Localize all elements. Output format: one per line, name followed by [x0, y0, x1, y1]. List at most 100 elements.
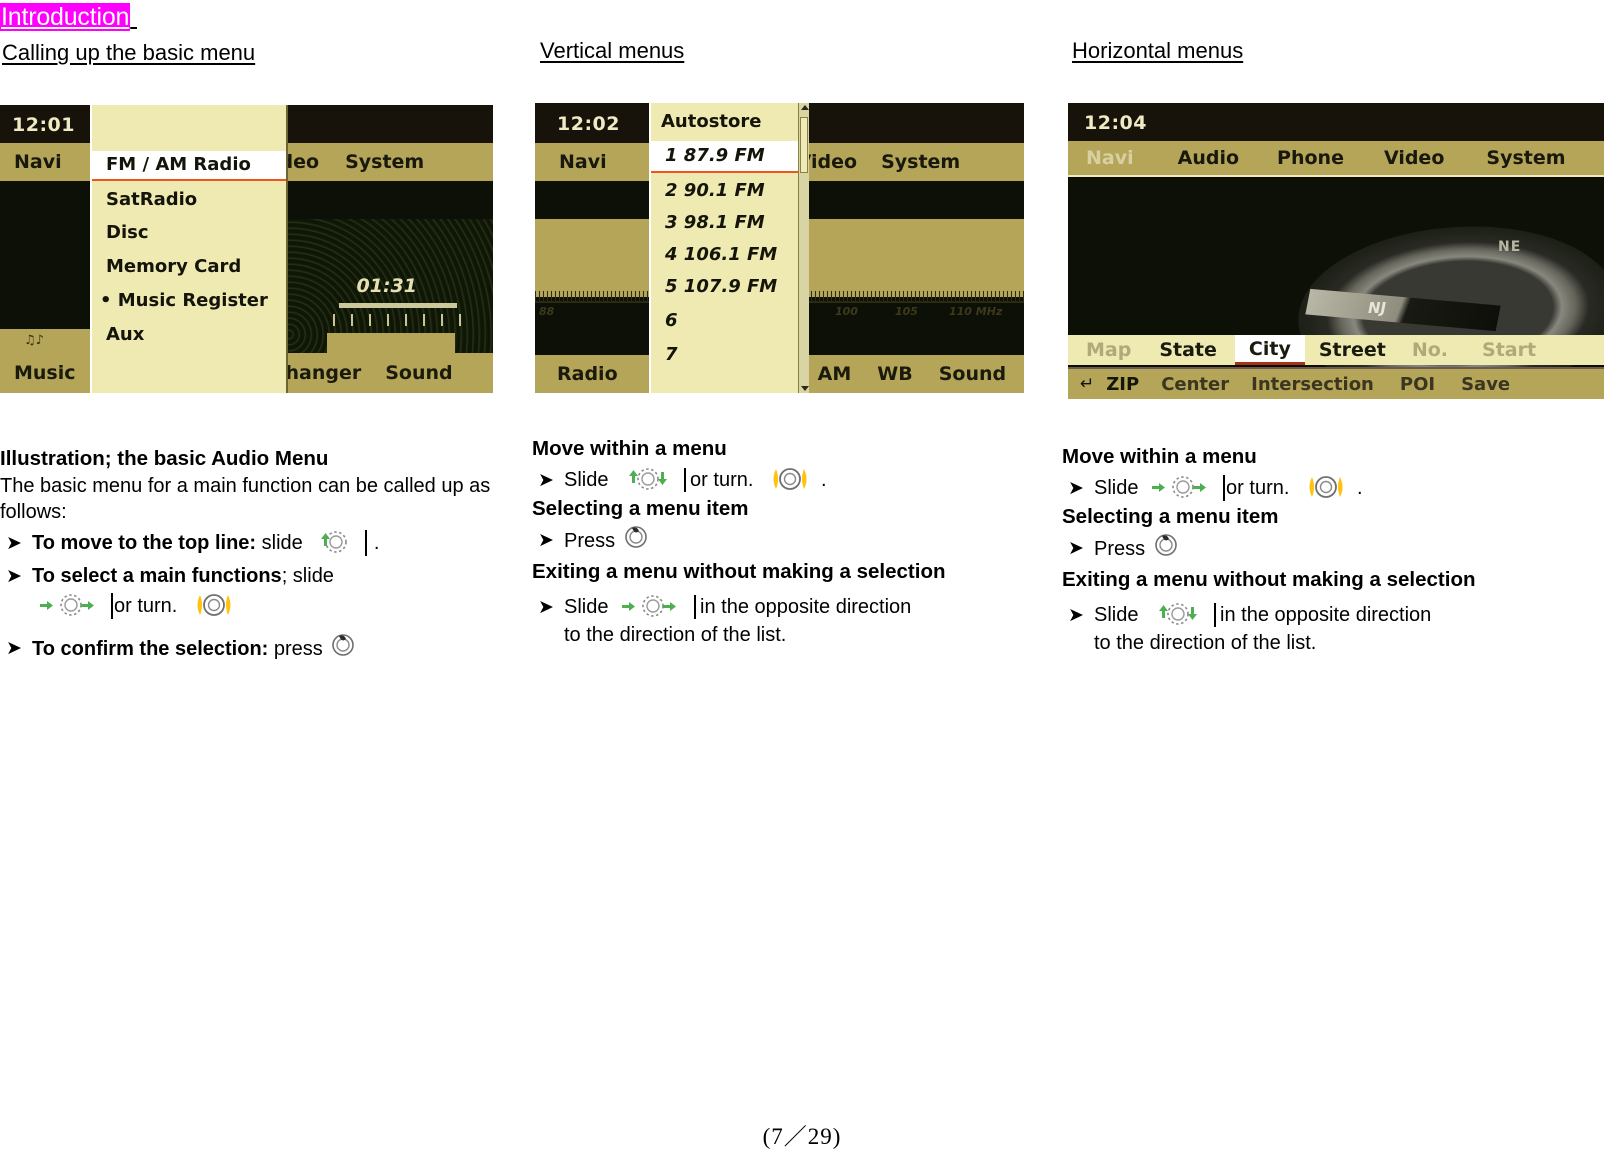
controller-press-icon: [623, 525, 649, 549]
dropdown-scrollbar[interactable]: [798, 103, 809, 393]
tab-start[interactable]: Start: [1482, 339, 1536, 361]
foot-item-music[interactable]: Music: [14, 362, 76, 384]
preset-list-dropdown: Autostore 1 87.9 FM 2 90.1 FM 3 98.1 FM …: [649, 103, 807, 393]
left-bullet-2-rest: ; slide: [281, 565, 334, 587]
middle-period: .: [820, 469, 827, 491]
left-bullet-confirm: ➤ To confirm the selection: press: [0, 633, 500, 664]
foot-item-wb[interactable]: WB: [877, 363, 912, 385]
subtab-intersection[interactable]: Intersection: [1251, 374, 1374, 395]
back-arrow-icon[interactable]: ↵: [1080, 374, 1094, 394]
controller-divider-bar: [694, 595, 697, 619]
left-bullet-2-continuation: or turn.: [32, 591, 500, 621]
note-icon: ♫♪: [24, 333, 44, 348]
foot-item-sound[interactable]: Sound: [385, 362, 452, 384]
clock-label: 12:02: [557, 113, 620, 135]
scale-label-110mhz: 110 MHz: [949, 305, 1003, 318]
preset-item-3[interactable]: 3 98.1 FM: [651, 207, 805, 239]
right-bullet-slide: ➤ Slide or turn. .: [1062, 473, 1602, 503]
middle-bullet-slide: ➤ Slide or turn. .: [532, 465, 1032, 495]
menu-item-system[interactable]: System: [881, 151, 960, 173]
middle-heading-move: Move within a menu: [532, 437, 727, 460]
controller-divider-bar: [111, 593, 113, 619]
middle-exit-text-2-wrap: to the direction of the list.: [564, 622, 1032, 648]
controller-slide-updown-icon: [616, 466, 680, 492]
subtab-center[interactable]: Center: [1161, 374, 1229, 395]
dropdown-item-fm-am-radio[interactable]: FM / AM Radio: [92, 151, 286, 181]
scroll-up-arrow-icon[interactable]: [801, 105, 809, 110]
document-title-text: Introduction: [0, 3, 131, 31]
left-bullet-1-bold: To move to the top line:: [32, 532, 257, 554]
screenshot-vertical-menu: 12:02 Navi Video System 88 100 105 110 M…: [535, 103, 1024, 393]
scrollbar-thumb[interactable]: [800, 117, 808, 173]
middle-or-turn-label: or turn.: [690, 469, 754, 491]
right-text-column: Move within a menu ➤ Slide or turn. . Se…: [1062, 443, 1602, 656]
foot-item-am[interactable]: AM: [818, 363, 852, 385]
middle-heading-selecting: Selecting a menu item: [532, 497, 749, 520]
compass-label-nj: NJ: [1368, 299, 1387, 317]
menu-item-system[interactable]: System: [345, 151, 424, 173]
bullet-arrow-icon: ➤: [538, 596, 554, 618]
controller-press-icon: [330, 633, 356, 657]
right-slide-label: Slide: [1094, 477, 1139, 499]
scale-label-88: 88: [539, 305, 555, 318]
right-exit-text-2: to the direction of the list.: [1094, 632, 1317, 654]
title-trailing-space: [130, 3, 137, 31]
foot-item-sound[interactable]: Sound: [939, 363, 1006, 385]
dropdown-item-memory-card[interactable]: Memory Card: [92, 251, 286, 285]
section-heading-left: Calling up the basic menu: [2, 40, 256, 65]
preset-item-5[interactable]: 5 107.9 FM: [651, 271, 805, 305]
tab-no[interactable]: No.: [1412, 339, 1448, 361]
controller-press-icon: [1153, 533, 1179, 557]
dropdown-item-aux[interactable]: Aux: [92, 319, 286, 353]
middle-heading-exiting: Exiting a menu without making a selectio…: [532, 560, 946, 583]
dropdown-title-autostore[interactable]: Autostore: [651, 103, 805, 141]
tab-map[interactable]: Map: [1086, 339, 1131, 361]
right-bullet-exit: ➤ Slide in the opposite direction to the…: [1062, 601, 1602, 656]
right-exit-slide-label: Slide: [1094, 604, 1139, 626]
middle-bullet-exit: ➤ Slide in the opposite direction to the…: [532, 593, 1032, 648]
bullet-arrow-icon: ➤: [1068, 477, 1084, 499]
left-bullet-2-bold: To select a main functions: [32, 565, 282, 587]
bullet-arrow-icon: ➤: [6, 637, 22, 659]
menu-item-navi[interactable]: Navi: [1086, 147, 1134, 169]
scroll-down-arrow-icon[interactable]: [801, 386, 809, 391]
screenshot-basic-audio-menu: 12:01 Navi Video System 01:31 ♫♪ Music C…: [0, 105, 493, 393]
controller-slide-leftright-icon: [616, 593, 690, 619]
preset-item-4[interactable]: 4 106.1 FM: [651, 239, 805, 271]
left-or-turn-label: or turn.: [114, 595, 178, 617]
left-bullet-3-bold: To confirm the selection:: [32, 638, 269, 660]
menu-item-navi[interactable]: Navi: [14, 151, 62, 173]
bullet-arrow-icon: ➤: [1068, 604, 1084, 626]
dropdown-item-disc[interactable]: Disc: [92, 217, 286, 251]
audio-source-dropdown: FM / AM Radio SatRadio Disc Memory Card …: [90, 105, 288, 393]
screenshot-horizontal-menu: 12:04 Navi Audio Phone Video System NE N…: [1068, 103, 1604, 399]
tab-street[interactable]: Street: [1319, 339, 1386, 361]
preset-item-1[interactable]: 1 87.9 FM: [651, 141, 805, 173]
scale-label-100: 100: [835, 305, 858, 318]
foot-item-radio[interactable]: Radio: [557, 363, 618, 385]
preset-item-6[interactable]: 6: [651, 305, 805, 339]
left-text-column: Illustration; the basic Audio Menu The b…: [0, 445, 500, 664]
tab-city[interactable]: City: [1234, 335, 1305, 365]
subtab-zip[interactable]: ZIP: [1106, 374, 1139, 395]
subtab-save[interactable]: Save: [1461, 374, 1510, 395]
dropdown-item-music-register[interactable]: • Music Register: [92, 285, 286, 319]
menu-item-system[interactable]: System: [1486, 147, 1565, 169]
menu-item-navi[interactable]: Navi: [559, 151, 607, 173]
navigation-tab-row: Map State City Street No. Start: [1068, 335, 1604, 365]
section-heading-middle: Vertical menus: [540, 38, 685, 63]
page-number: (7／29): [762, 1124, 842, 1149]
preset-item-7[interactable]: 7: [651, 339, 805, 371]
map-content-area: NE NJ: [1068, 179, 1604, 399]
controller-turn-icon: [185, 592, 243, 618]
tab-state[interactable]: State: [1159, 339, 1217, 361]
clock-label: 12:04: [1084, 112, 1147, 134]
scale-label-105: 105: [895, 305, 918, 318]
subtab-poi[interactable]: POI: [1400, 374, 1435, 395]
bullet-arrow-icon: ➤: [1068, 537, 1084, 559]
dropdown-item-satradio[interactable]: SatRadio: [92, 181, 286, 217]
menu-item-audio[interactable]: Audio: [1178, 147, 1239, 169]
menu-item-video[interactable]: Video: [1384, 147, 1444, 169]
preset-item-2[interactable]: 2 90.1 FM: [651, 173, 805, 207]
menu-item-phone[interactable]: Phone: [1277, 147, 1344, 169]
